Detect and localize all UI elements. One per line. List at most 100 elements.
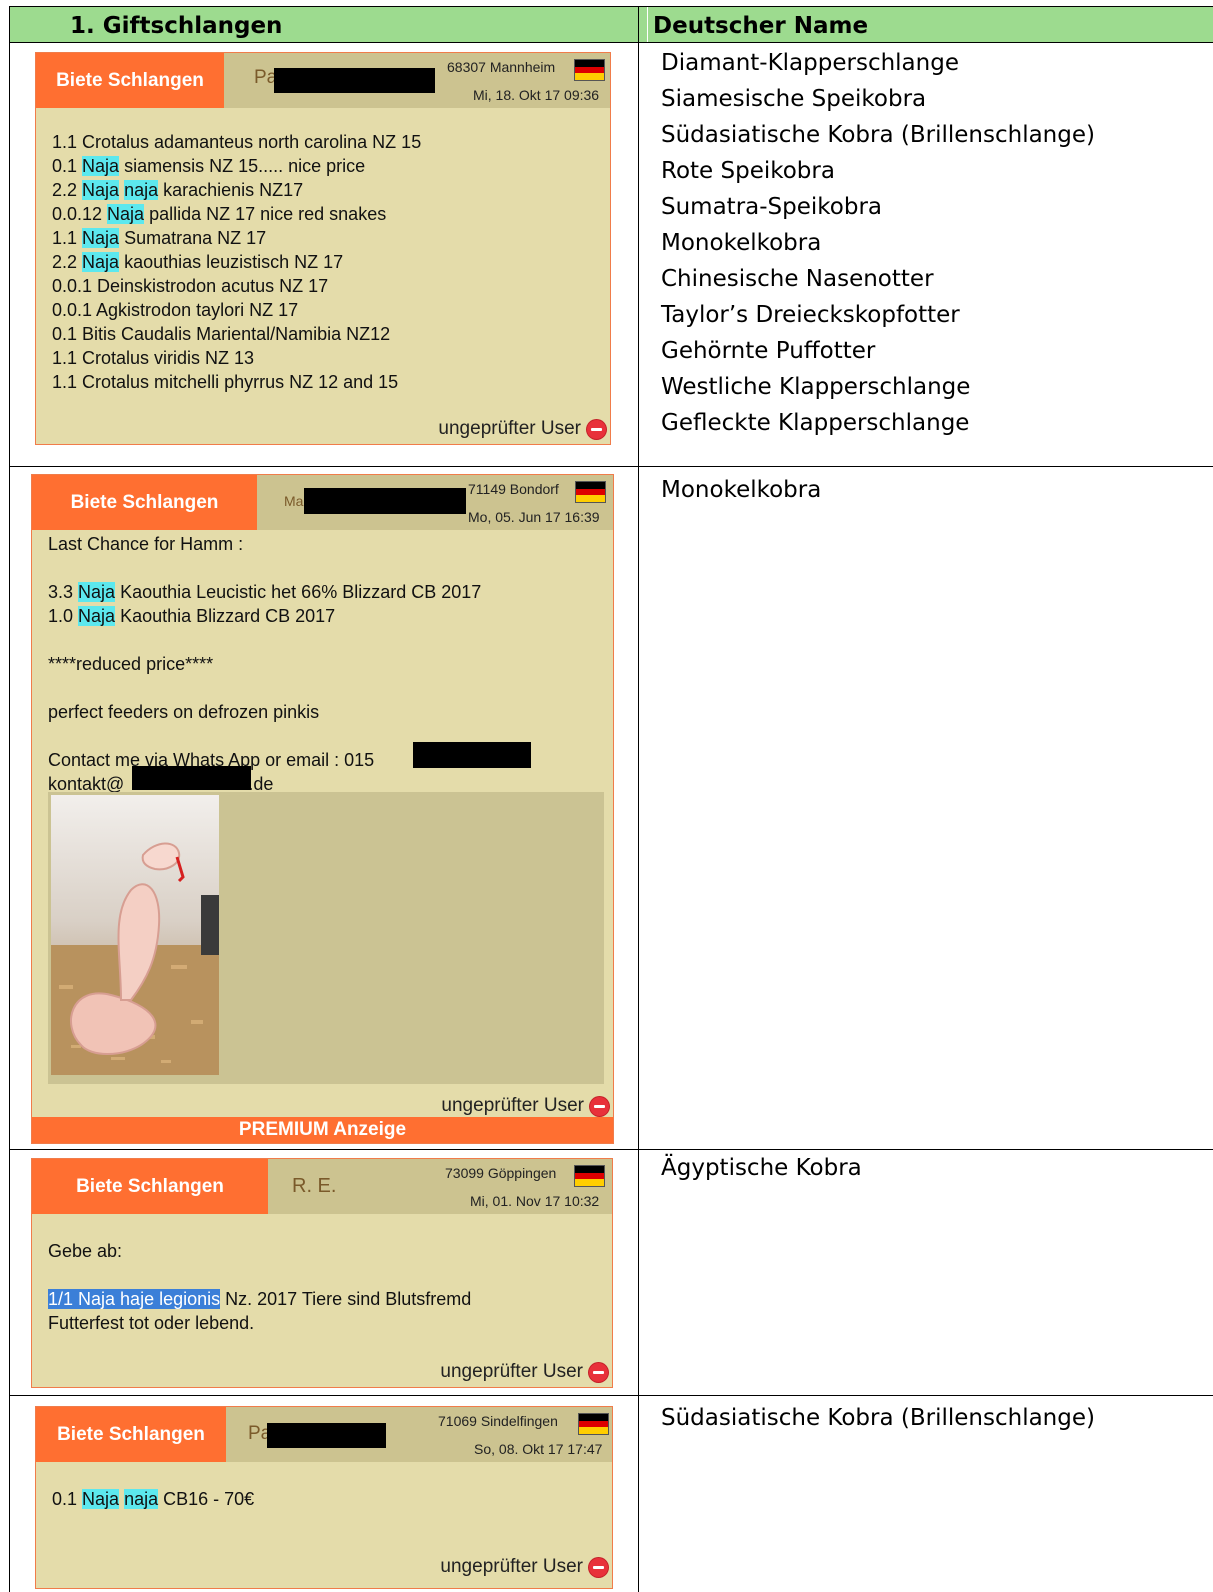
german-names-row-3: Ägyptische Kobra	[661, 1150, 862, 1186]
ad-line: 3.3 Naja Kaouthia Leucistic het 66% Bliz…	[48, 582, 482, 602]
ad-footer: ungeprüfter User	[440, 1361, 608, 1383]
german-name: Gehörnte Puffotter	[661, 338, 876, 364]
redaction-box	[267, 1423, 386, 1448]
row-divider-3	[9, 1395, 1213, 1396]
redaction-box	[132, 766, 251, 790]
no-entry-icon	[589, 1362, 608, 1382]
ad-location: 71149 Bondorf	[468, 481, 559, 497]
header-title-left: 1. Giftschlangen	[70, 13, 283, 39]
header-cell-category: 1. Giftschlangen	[10, 7, 647, 42]
ad-line: Futterfest tot oder lebend.	[48, 1313, 255, 1333]
ad-category[interactable]: Biete Schlangen	[36, 1407, 226, 1462]
premium-label: PREMIUM Anzeige	[32, 1117, 613, 1143]
german-names-row-4: Südasiatische Kobra (Brillenschlange)	[661, 1400, 1095, 1436]
ad-line: 1.0 Naja Kaouthia Blizzard CB 2017	[48, 606, 336, 626]
header-title-right: Deutscher Name	[653, 13, 869, 39]
no-entry-icon	[587, 419, 606, 439]
classified-ad-card: Biete Schlangen Pa 71069 Sindelfingen So…	[35, 1406, 613, 1589]
redaction-box	[413, 742, 531, 768]
german-name: Sumatra-Speikobra	[661, 194, 883, 220]
user-status-label: ungeprüfter User	[438, 418, 581, 439]
ad-category[interactable]: Biete Schlangen	[32, 475, 257, 530]
german-name: Westliche Klapperschlange	[661, 374, 971, 400]
ad-line: 1.1 Naja Sumatrana NZ 17	[52, 228, 267, 248]
ad-line: ****reduced price****	[48, 654, 214, 674]
german-names-row-1: Diamant-Klapperschlange Siamesische Spei…	[661, 45, 1095, 441]
ad-line: 0.1 Naja siamensis NZ 15..... nice price	[52, 156, 366, 176]
ad-line: 2.2 Naja kaouthias leuzistisch NZ 17	[52, 252, 344, 272]
ad-line: Last Chance for Hamm :	[48, 534, 244, 554]
german-name: Taylor’s Dreieckskopfotter	[661, 302, 960, 328]
user-status-label: ungeprüfter User	[441, 1095, 584, 1116]
no-entry-icon	[590, 1096, 609, 1116]
user-status-label: ungeprüfter User	[440, 1556, 583, 1577]
german-name: Südasiatische Kobra (Brillenschlange)	[661, 122, 1095, 148]
row-divider-1	[9, 466, 1213, 467]
german-name: Diamant-Klapperschlange	[661, 50, 959, 76]
ad-header: Biete Schlangen Ma 71149 Bondorf Mo, 05.…	[32, 475, 613, 530]
ad-line: perfect feeders on defrozen pinkis	[48, 702, 320, 722]
table-column-divider	[638, 6, 639, 1592]
german-name: Gefleckte Klapperschlange	[661, 410, 970, 436]
document-page: 1. Giftschlangen Deutscher Name Diamant-…	[0, 0, 1213, 1592]
ad-footer: ungeprüfter User	[438, 418, 606, 440]
germany-flag-icon	[578, 1413, 609, 1435]
german-name: Chinesische Nasenotter	[661, 266, 934, 292]
ad-header: Biete Schlangen Pa 71069 Sindelfingen So…	[36, 1407, 612, 1462]
classified-ad-card: Biete Schlangen Ma 71149 Bondorf Mo, 05.…	[31, 474, 614, 1144]
german-names-row-2: Monokelkobra	[661, 472, 821, 508]
ad-line: Gebe ab:	[48, 1241, 123, 1261]
user-status-label: ungeprüfter User	[440, 1361, 583, 1382]
german-name: Rote Speikobra	[661, 158, 835, 184]
german-name: Monokelkobra	[661, 230, 822, 256]
snake-photo[interactable]	[51, 795, 219, 1075]
ad-date: Mi, 01. Nov 17 10:32	[470, 1193, 600, 1209]
ad-line: 0.1 Bitis Caudalis Mariental/Namibia NZ1…	[52, 324, 391, 344]
ad-line	[48, 1263, 471, 1287]
redaction-box	[304, 488, 466, 514]
ad-location: 73099 Göppingen	[445, 1165, 557, 1181]
ad-line	[48, 677, 481, 701]
ad-line: 0.0.12 Naja pallida NZ 17 nice red snake…	[52, 204, 387, 224]
ad-category[interactable]: Biete Schlangen	[36, 53, 224, 108]
ad-line: 1.1 Crotalus viridis NZ 13	[52, 348, 255, 368]
ad-body: 1.1 Crotalus adamanteus north carolina N…	[52, 130, 421, 394]
ad-line: 1.1 Crotalus adamanteus north carolina N…	[52, 132, 422, 152]
ad-line: 2.2 Naja naja karachienis NZ17	[52, 180, 304, 200]
ad-date: So, 08. Okt 17 17:47	[474, 1441, 603, 1457]
ad-line: 0.0.1 Deinskistrodon acutus NZ 17	[52, 276, 329, 296]
row-divider-2	[9, 1149, 1213, 1150]
table-border-header	[9, 42, 1213, 43]
ad-date: Mo, 05. Jun 17 16:39	[468, 509, 600, 525]
no-entry-icon	[589, 1557, 608, 1577]
ad-user-name[interactable]: Ma	[284, 493, 303, 509]
ad-body: Gebe ab: 1/1 Naja haje legionis Nz. 2017…	[48, 1239, 471, 1335]
german-name: Siamesische Speikobra	[661, 86, 927, 112]
ad-line: 1.1 Crotalus mitchelli phyrrus NZ 12 and…	[52, 372, 399, 392]
ad-line: 0.0.1 Agkistrodon taylori NZ 17	[52, 300, 299, 320]
ad-footer: ungeprüfter User	[441, 1095, 609, 1117]
leucistic-cobra-image	[51, 795, 219, 1075]
table-border-left	[9, 6, 10, 1592]
germany-flag-icon	[574, 59, 605, 81]
germany-flag-icon	[575, 481, 606, 503]
classified-ad-card: Biete Schlangen Pa 68307 Mannheim Mi, 18…	[35, 52, 611, 445]
ad-footer: ungeprüfter User	[440, 1556, 608, 1578]
germany-flag-icon	[574, 1165, 605, 1187]
ad-image-area	[48, 792, 604, 1084]
ad-header: Biete Schlangen Pa 68307 Mannheim Mi, 18…	[36, 53, 610, 108]
table-border-top	[9, 6, 1213, 7]
german-name: Ägyptische Kobra	[661, 1155, 862, 1181]
ad-date: Mi, 18. Okt 17 09:36	[473, 87, 600, 103]
ad-location: 68307 Mannheim	[447, 59, 556, 75]
ad-header: Biete Schlangen R. E. 73099 Göppingen Mi…	[32, 1159, 612, 1214]
german-name: Monokelkobra	[661, 477, 822, 503]
classified-ad-card: Biete Schlangen R. E. 73099 Göppingen Mi…	[31, 1158, 613, 1388]
ad-line: 0.1 Naja naja CB16 - 70€	[52, 1489, 255, 1509]
header-cell-german-name: Deutscher Name	[648, 7, 1213, 42]
ad-body: 0.1 Naja naja CB16 - 70€	[52, 1487, 254, 1511]
ad-line	[48, 629, 481, 653]
ad-user-name[interactable]: R. E.	[292, 1175, 336, 1198]
ad-location: 71069 Sindelfingen	[438, 1413, 558, 1429]
ad-category[interactable]: Biete Schlangen	[32, 1159, 268, 1214]
